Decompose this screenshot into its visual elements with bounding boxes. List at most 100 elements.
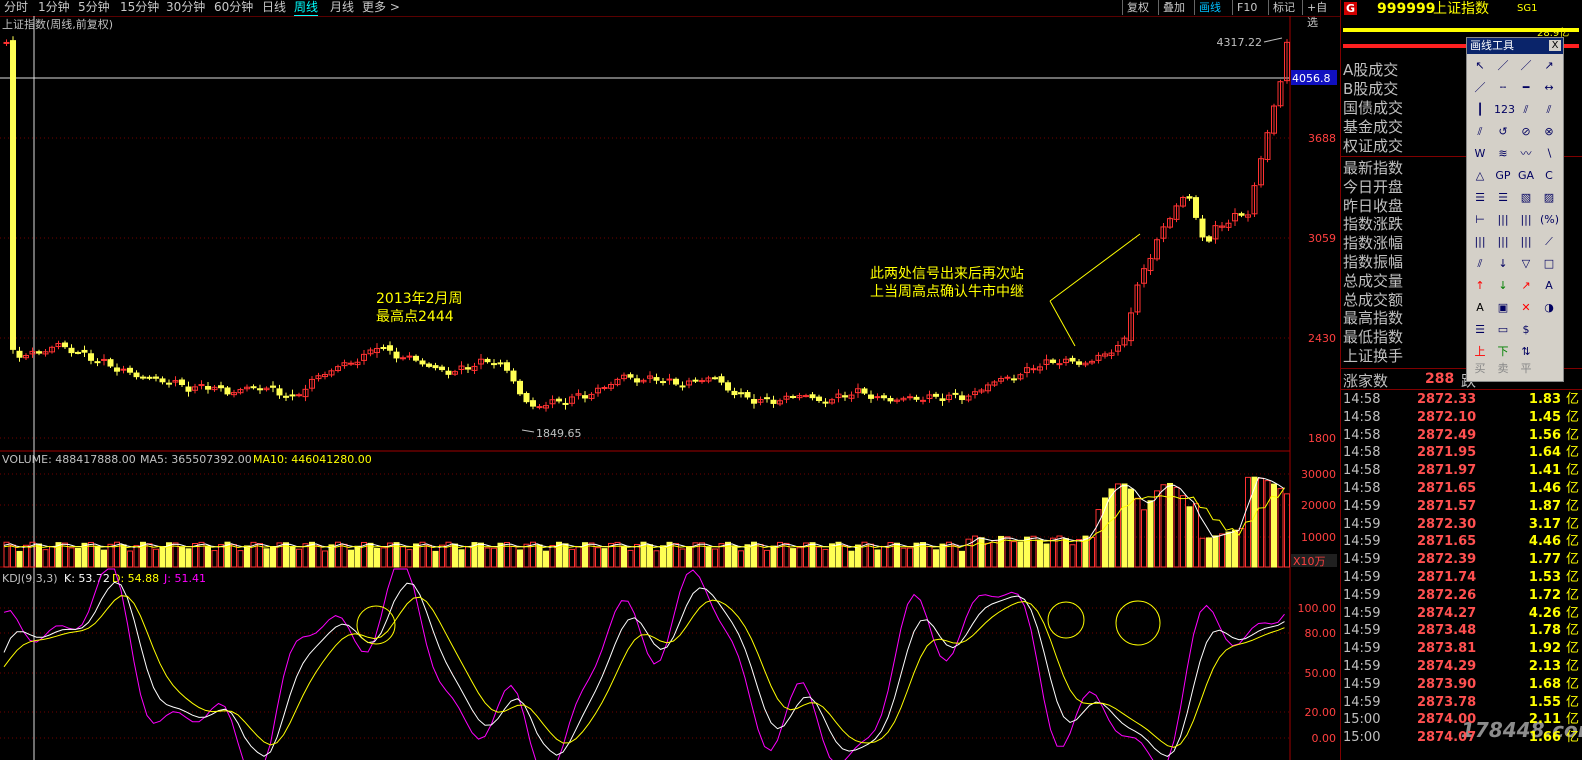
draw-tool-icon[interactable]: ↑ bbox=[1471, 277, 1489, 295]
draw-tool-icon[interactable]: ⫽ bbox=[1517, 101, 1535, 119]
trade-button-0[interactable]: 买 bbox=[1471, 360, 1489, 378]
draw-tool-icon[interactable]: (%) bbox=[1540, 211, 1559, 229]
draw-tool-icon[interactable]: ╌ bbox=[1494, 79, 1512, 97]
volume-bar bbox=[621, 545, 627, 568]
volume-bar bbox=[1043, 543, 1050, 568]
draw-tool-icon[interactable]: 上 bbox=[1471, 343, 1489, 361]
period-tab-9[interactable]: 更多 > bbox=[362, 0, 400, 15]
volume-bar bbox=[705, 546, 712, 568]
candle-body bbox=[127, 367, 133, 373]
draw-tool-icon[interactable]: ✕ bbox=[1517, 299, 1535, 317]
draw-tool-icon[interactable]: GP bbox=[1494, 167, 1512, 185]
draw-tool-icon[interactable]: ☰ bbox=[1471, 189, 1489, 207]
draw-tool-icon[interactable]: A bbox=[1471, 299, 1489, 317]
candle-body bbox=[198, 384, 205, 387]
period-tab-0[interactable]: 分时 bbox=[4, 0, 28, 15]
draw-tool-icon[interactable]: ⊗ bbox=[1540, 123, 1558, 141]
draw-tool-icon[interactable]: ▨ bbox=[1540, 189, 1558, 207]
candle-body bbox=[679, 385, 686, 388]
kline-chart[interactable]: 3688 3059 2430 1800 4056.8 上证指数(周线,前复权) 4317.2… bbox=[0, 16, 1340, 760]
candle-body bbox=[751, 399, 757, 404]
draw-tool-icon[interactable]: ／ bbox=[1494, 57, 1512, 75]
draw-tool-icon[interactable]: 下 bbox=[1494, 343, 1512, 361]
toolbar-button-5[interactable]: +自选 bbox=[1302, 0, 1340, 29]
volume-bar bbox=[1173, 486, 1180, 568]
draw-tool-icon[interactable]: ▧ bbox=[1517, 189, 1535, 207]
draw-tool-icon[interactable] bbox=[1540, 343, 1558, 361]
period-tab-7[interactable]: 周线 bbox=[294, 0, 319, 16]
drawing-tools-window[interactable]: 画线工具 X ↖ ／／ ↗ ／ ╌ ━ ↔ ┃ 123 ⫽ ⫽ ⫽ ↺ ⊘ ⊗ W ≋ 〰 ∖ △ GP GA C ☰ ☰ ▧ ▨ ⊢… bbox=[1466, 37, 1564, 382]
draw-tool-icon[interactable]: ◑ bbox=[1540, 299, 1558, 317]
draw-tool-icon[interactable]: ⇅ bbox=[1517, 343, 1535, 361]
draw-tool-icon[interactable]: ⟋ bbox=[1540, 233, 1558, 251]
volume-bar bbox=[1232, 529, 1238, 568]
period-tab-5[interactable]: 60分钟 bbox=[214, 0, 253, 15]
toolbar-button-1[interactable]: 叠加 bbox=[1158, 0, 1189, 15]
draw-tool-icon[interactable]: 〰 bbox=[1517, 145, 1535, 163]
draw-tool-icon[interactable]: GA bbox=[1517, 167, 1535, 185]
draw-tool-icon[interactable]: ┃ bbox=[1471, 101, 1489, 119]
draw-tool-icon[interactable]: ／ bbox=[1517, 57, 1535, 75]
draw-tool-icon[interactable]: ||| bbox=[1471, 233, 1489, 251]
period-tab-1[interactable]: 1分钟 bbox=[38, 0, 70, 15]
draw-tool-icon[interactable]: ☰ bbox=[1471, 321, 1489, 339]
draw-tool-icon[interactable]: ⫽ bbox=[1540, 101, 1558, 119]
draw-tool-icon[interactable]: ⫽ bbox=[1471, 255, 1489, 273]
draw-tool-icon[interactable]: ↖ bbox=[1471, 57, 1489, 75]
draw-tool-icon[interactable]: ↗ bbox=[1540, 57, 1558, 75]
toolbar-button-3[interactable]: F10 bbox=[1232, 0, 1261, 15]
draw-tool-icon[interactable]: △ bbox=[1471, 167, 1489, 185]
draw-tool-icon[interactable]: ∖ bbox=[1540, 145, 1558, 163]
draw-tool-icon[interactable]: ||| bbox=[1494, 211, 1512, 229]
draw-tool-icon[interactable]: ↺ bbox=[1494, 123, 1512, 141]
toolbar-button-2[interactable]: 画线 bbox=[1194, 0, 1225, 15]
draw-tool-icon[interactable]: ▭ bbox=[1494, 321, 1512, 339]
candle-body bbox=[770, 399, 777, 404]
draw-tool-icon[interactable]: ↓ bbox=[1494, 277, 1512, 295]
candle-body bbox=[146, 376, 153, 379]
draw-tool-icon[interactable]: □ bbox=[1540, 255, 1558, 273]
draw-tool-icon[interactable]: A bbox=[1540, 277, 1558, 295]
draw-tool-icon[interactable]: ／ bbox=[1471, 79, 1489, 97]
draw-tool-icon[interactable]: ▽ bbox=[1517, 255, 1535, 273]
candle-body bbox=[692, 379, 699, 382]
volume-bar bbox=[1219, 533, 1225, 568]
candle-body bbox=[1011, 378, 1017, 381]
draw-tool-icon[interactable]: ||| bbox=[1517, 233, 1535, 251]
draw-tool-icon[interactable]: ≋ bbox=[1494, 145, 1512, 163]
draw-tool-icon[interactable]: ⫽ bbox=[1471, 123, 1489, 141]
draw-tool-icon[interactable]: ⊢ bbox=[1471, 211, 1489, 229]
draw-tool-icon[interactable]: $ bbox=[1517, 321, 1535, 339]
draw-tool-icon[interactable]: ↓ bbox=[1494, 255, 1512, 273]
volume-bar bbox=[439, 544, 445, 568]
draw-tool-icon[interactable]: ||| bbox=[1494, 233, 1512, 251]
draw-tool-icon[interactable]: ||| bbox=[1517, 211, 1535, 229]
candle-body bbox=[491, 363, 497, 366]
toolbar-button-0[interactable]: 复权 bbox=[1122, 0, 1153, 15]
draw-tool-icon[interactable]: ⊘ bbox=[1517, 123, 1535, 141]
period-tab-4[interactable]: 30分钟 bbox=[166, 0, 205, 15]
volume-bar bbox=[874, 549, 881, 568]
period-tab-3[interactable]: 15分钟 bbox=[120, 0, 159, 15]
draw-tool-icon[interactable]: C bbox=[1540, 167, 1558, 185]
volume-bar bbox=[868, 543, 874, 568]
trade-button-1[interactable]: 卖 bbox=[1494, 360, 1512, 378]
period-tab-2[interactable]: 5分钟 bbox=[78, 0, 110, 15]
period-tab-8[interactable]: 月线 bbox=[330, 0, 354, 15]
draw-tool-icon[interactable]: ━ bbox=[1517, 79, 1535, 97]
toolbar-button-4[interactable]: 标记 bbox=[1268, 0, 1299, 15]
drawing-tools-titlebar[interactable]: 画线工具 X bbox=[1467, 38, 1563, 54]
volume-bar bbox=[959, 550, 965, 568]
draw-tool-icon[interactable]: ☰ bbox=[1494, 189, 1512, 207]
draw-tool-icon[interactable] bbox=[1540, 321, 1558, 339]
draw-tool-icon[interactable]: ▣ bbox=[1494, 299, 1512, 317]
draw-tool-icon[interactable]: ↔ bbox=[1540, 79, 1558, 97]
close-icon[interactable]: X bbox=[1549, 40, 1561, 51]
draw-tool-icon[interactable]: ↗ bbox=[1517, 277, 1535, 295]
trade-button-2[interactable]: 平 bbox=[1517, 360, 1535, 378]
candle-body bbox=[868, 394, 874, 399]
period-tab-6[interactable]: 日线 bbox=[262, 0, 286, 15]
draw-tool-icon[interactable]: W bbox=[1471, 145, 1489, 163]
volume-bar bbox=[816, 546, 822, 568]
draw-tool-icon[interactable]: 123 bbox=[1494, 101, 1515, 119]
